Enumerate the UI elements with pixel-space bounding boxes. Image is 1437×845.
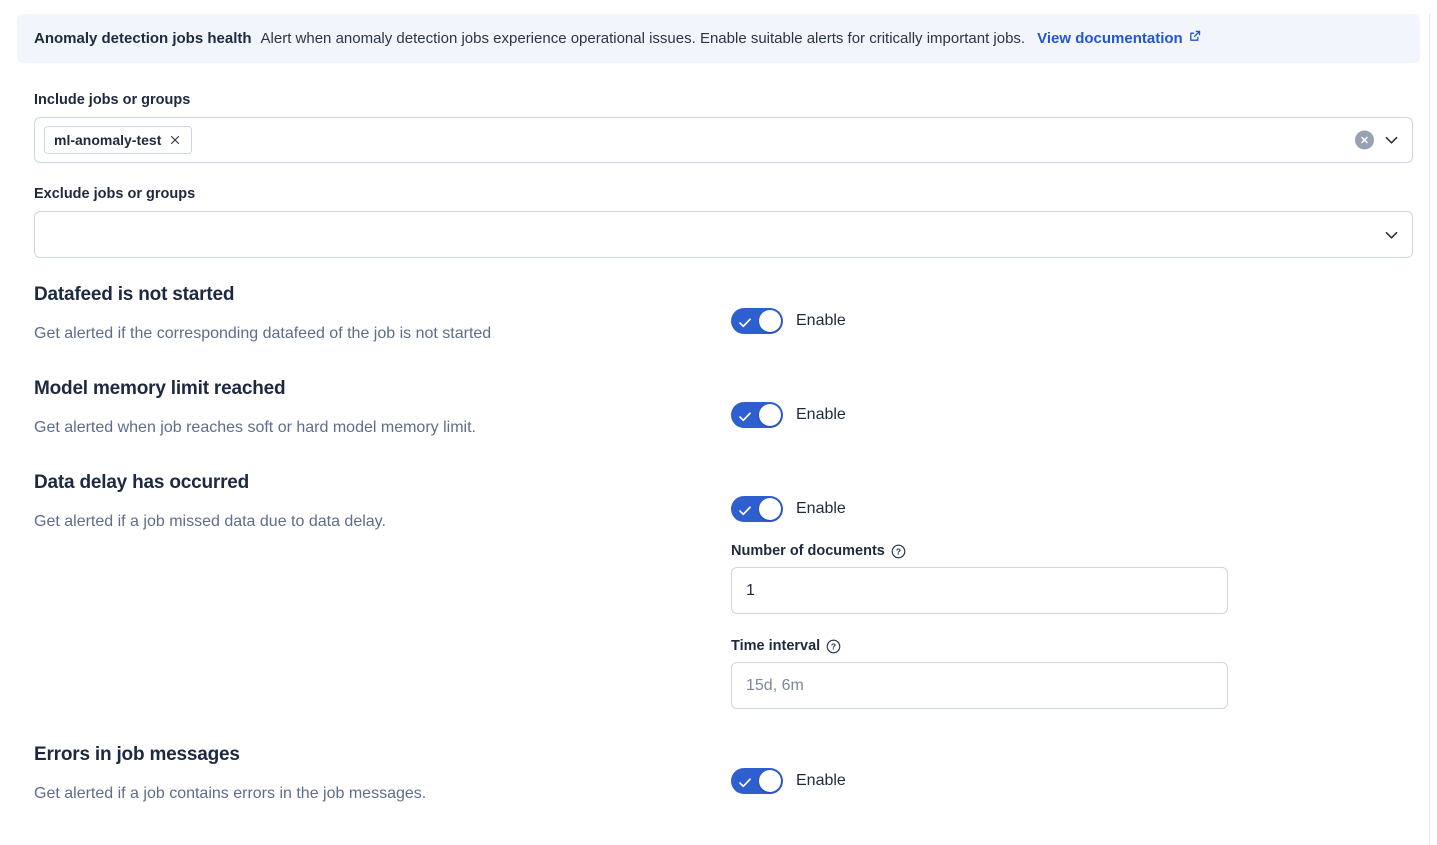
section-data-delay: Data delay has occurred Get alerted if a…	[34, 471, 1413, 709]
time-interval-label: Time interval	[731, 638, 820, 654]
section-description: Get alerted if the corresponding datafee…	[34, 324, 731, 343]
banner-description: Alert when anomaly detection jobs experi…	[261, 30, 1026, 47]
section-description: Get alerted if a job missed data due to …	[34, 512, 731, 531]
number-of-documents-label: Number of documents	[731, 543, 885, 559]
question-mark-circle-icon[interactable]: ?	[891, 544, 906, 559]
exclude-jobs-label: Exclude jobs or groups	[34, 186, 1413, 202]
data-delay-enable-toggle[interactable]	[731, 496, 783, 522]
section-model-memory-limit: Model memory limit reached Get alerted w…	[34, 377, 1413, 437]
toggle-thumb	[759, 498, 781, 520]
exclude-jobs-combobox[interactable]	[34, 211, 1413, 258]
toggle-thumb	[759, 310, 781, 332]
check-icon	[739, 410, 751, 425]
toggle-label: Enable	[796, 772, 846, 790]
section-title: Datafeed is not started	[34, 283, 731, 307]
number-of-documents-field: Number of documents ?	[731, 543, 1228, 614]
check-icon	[739, 776, 751, 791]
toggle-label: Enable	[796, 312, 846, 330]
section-description: Get alerted if a job contains errors in …	[34, 784, 731, 803]
check-icon	[739, 316, 751, 331]
section-datafeed-not-started: Datafeed is not started Get alerted if t…	[34, 283, 1413, 343]
number-of-documents-input[interactable]	[731, 567, 1228, 614]
view-documentation-label: View documentation	[1037, 29, 1183, 48]
view-documentation-link[interactable]: View documentation	[1037, 29, 1202, 48]
banner-title: Anomaly detection jobs health	[34, 30, 252, 47]
time-interval-input[interactable]	[731, 662, 1228, 709]
include-jobs-combobox[interactable]: ml-anomaly-test	[34, 117, 1413, 163]
selected-job-pill-label: ml-anomaly-test	[54, 132, 161, 148]
include-chevron-down-icon[interactable]	[1383, 132, 1400, 149]
external-link-icon	[1188, 29, 1202, 48]
section-title: Model memory limit reached	[34, 377, 731, 401]
toggle-label: Enable	[796, 406, 846, 424]
alert-type-banner: Anomaly detection jobs health Alert when …	[17, 14, 1420, 63]
exclude-chevron-down-icon[interactable]	[1383, 226, 1400, 243]
svg-text:?: ?	[831, 641, 836, 651]
selected-job-pill[interactable]: ml-anomaly-test	[44, 126, 192, 154]
time-interval-field: Time interval ?	[731, 638, 1228, 709]
section-errors-in-job-messages: Errors in job messages Get alerted if a …	[34, 743, 1413, 803]
toggle-label: Enable	[796, 500, 846, 518]
section-description: Get alerted when job reaches soft or har…	[34, 418, 731, 437]
question-mark-circle-icon[interactable]: ?	[826, 639, 841, 654]
svg-text:?: ?	[896, 546, 901, 556]
scroll-area-edge	[1429, 14, 1430, 845]
clear-selection-icon[interactable]	[1355, 131, 1374, 150]
alert-params-form: Include jobs or groups ml-anomaly-test E…	[0, 63, 1437, 803]
include-jobs-label: Include jobs or groups	[34, 92, 1413, 108]
remove-job-cross-icon[interactable]	[168, 133, 182, 147]
toggle-thumb	[759, 770, 781, 792]
datafeed-enable-toggle[interactable]	[731, 308, 783, 334]
check-icon	[739, 504, 751, 519]
model-memory-enable-toggle[interactable]	[731, 402, 783, 428]
section-title: Data delay has occurred	[34, 471, 731, 495]
section-title: Errors in job messages	[34, 743, 731, 767]
errors-enable-toggle[interactable]	[731, 768, 783, 794]
toggle-thumb	[759, 404, 781, 426]
